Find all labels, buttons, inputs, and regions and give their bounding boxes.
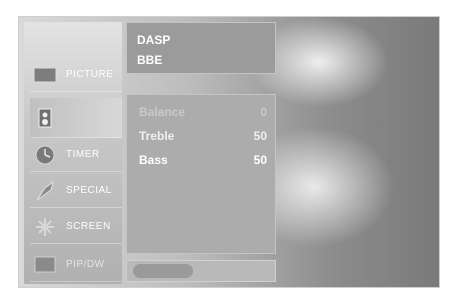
menu-item-label: SPECIAL xyxy=(66,185,112,196)
balance-value: 0 xyxy=(260,105,267,119)
screen-icon xyxy=(32,216,58,238)
bass-row[interactable]: Bass 50 xyxy=(139,153,267,167)
menu-item-pip[interactable]: PIP/DW xyxy=(30,248,122,282)
option-bbe[interactable]: BBE xyxy=(137,53,162,67)
sound-mode-panel: DASP BBE xyxy=(126,22,276,74)
menu-item-sound[interactable] xyxy=(30,98,122,138)
pip-icon xyxy=(32,254,58,276)
treble-value: 50 xyxy=(253,129,267,143)
menu-item-special[interactable]: SPECIAL xyxy=(30,174,122,208)
balance-label: Balance xyxy=(139,105,186,119)
picture-icon xyxy=(32,64,58,86)
menu-item-label: PICTURE xyxy=(66,69,114,80)
sound-adjust-panel: Balance 0 Treble 50 Bass 50 xyxy=(126,94,276,254)
special-icon xyxy=(32,180,58,202)
balance-row[interactable]: Balance 0 xyxy=(139,105,267,119)
treble-label: Treble xyxy=(139,129,175,143)
menu-item-label: TIMER xyxy=(66,149,100,160)
option-dasp[interactable]: DASP xyxy=(137,33,170,47)
help-pill xyxy=(133,264,193,278)
menu-item-picture[interactable]: PICTURE xyxy=(30,58,122,92)
menu-item-label: PIP/DW xyxy=(66,259,105,270)
bass-label: Bass xyxy=(139,153,168,167)
speaker-icon xyxy=(32,107,58,129)
treble-row[interactable]: Treble 50 xyxy=(139,129,267,143)
menu-item-screen[interactable]: SCREEN xyxy=(30,210,122,244)
help-bar xyxy=(126,260,276,282)
menu-item-label: SCREEN xyxy=(66,221,111,232)
menu-item-timer[interactable]: TIMER xyxy=(30,138,122,172)
bass-value: 50 xyxy=(253,153,267,167)
timer-icon xyxy=(32,144,58,166)
